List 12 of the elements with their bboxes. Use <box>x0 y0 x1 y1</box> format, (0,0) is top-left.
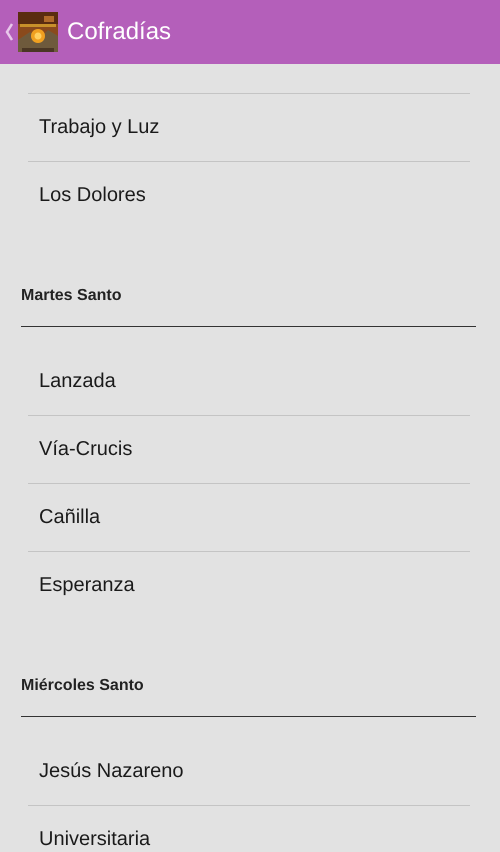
list-item[interactable]: Universitaria <box>28 806 470 852</box>
screen-title: Cofradías <box>67 18 172 46</box>
list-item[interactable]: Cañilla <box>28 484 470 552</box>
list-item[interactable]: Trabajo y Luz <box>28 94 470 162</box>
list-item[interactable]: Los Dolores <box>28 162 470 230</box>
back-icon[interactable] <box>4 22 14 42</box>
list-item[interactable]: Vía-Crucis <box>28 416 470 484</box>
list-item[interactable]: Lanzada <box>28 348 470 416</box>
list-item[interactable]: Esperanza <box>28 552 470 620</box>
section-header: Martes Santo <box>20 286 122 306</box>
list-item[interactable]: Jesús Nazareno <box>28 738 470 806</box>
section-header: Miércoles Santo <box>20 676 145 696</box>
